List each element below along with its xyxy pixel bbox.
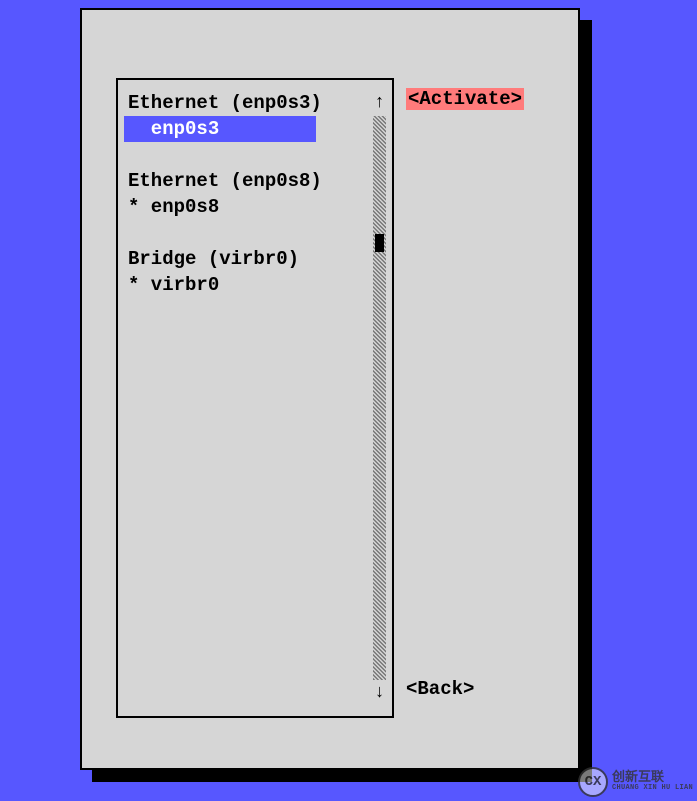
list-spacer xyxy=(118,220,392,246)
list-group-header: Ethernet (enp0s3) xyxy=(118,90,392,116)
watermark-text: 创新互联 CHUANG XIN HU LIAN xyxy=(612,771,693,793)
list-item[interactable]: * virbr0 xyxy=(118,272,392,298)
scroll-thumb[interactable] xyxy=(375,234,384,252)
watermark-line2: CHUANG XIN HU LIAN xyxy=(612,785,693,793)
watermark: CX 创新互联 CHUANG XIN HU LIAN xyxy=(578,767,693,797)
scroll-down-arrow-icon[interactable]: ↓ xyxy=(374,680,385,706)
connection-list-box[interactable]: Ethernet (enp0s3) enp0s3 Ethernet (enp0s… xyxy=(116,78,394,718)
list-group-header: Ethernet (enp0s8) xyxy=(118,168,392,194)
action-column: <Activate> xyxy=(406,88,524,110)
list-item-selected[interactable]: enp0s3 xyxy=(124,116,316,142)
list-spacer xyxy=(118,142,392,168)
watermark-line1: 创新互联 xyxy=(612,771,693,785)
back-button[interactable]: <Back> xyxy=(406,678,474,700)
scroll-up-arrow-icon[interactable]: ↑ xyxy=(374,90,385,116)
activate-button[interactable]: <Activate> xyxy=(406,88,524,110)
watermark-logo-icon: CX xyxy=(578,767,608,797)
list-item[interactable]: * enp0s8 xyxy=(118,194,392,220)
scrollbar[interactable]: ↑ ↓ xyxy=(373,90,386,706)
list-group-header: Bridge (virbr0) xyxy=(118,246,392,272)
dialog-window: Ethernet (enp0s3) enp0s3 Ethernet (enp0s… xyxy=(80,8,580,770)
scroll-track[interactable] xyxy=(373,116,386,680)
